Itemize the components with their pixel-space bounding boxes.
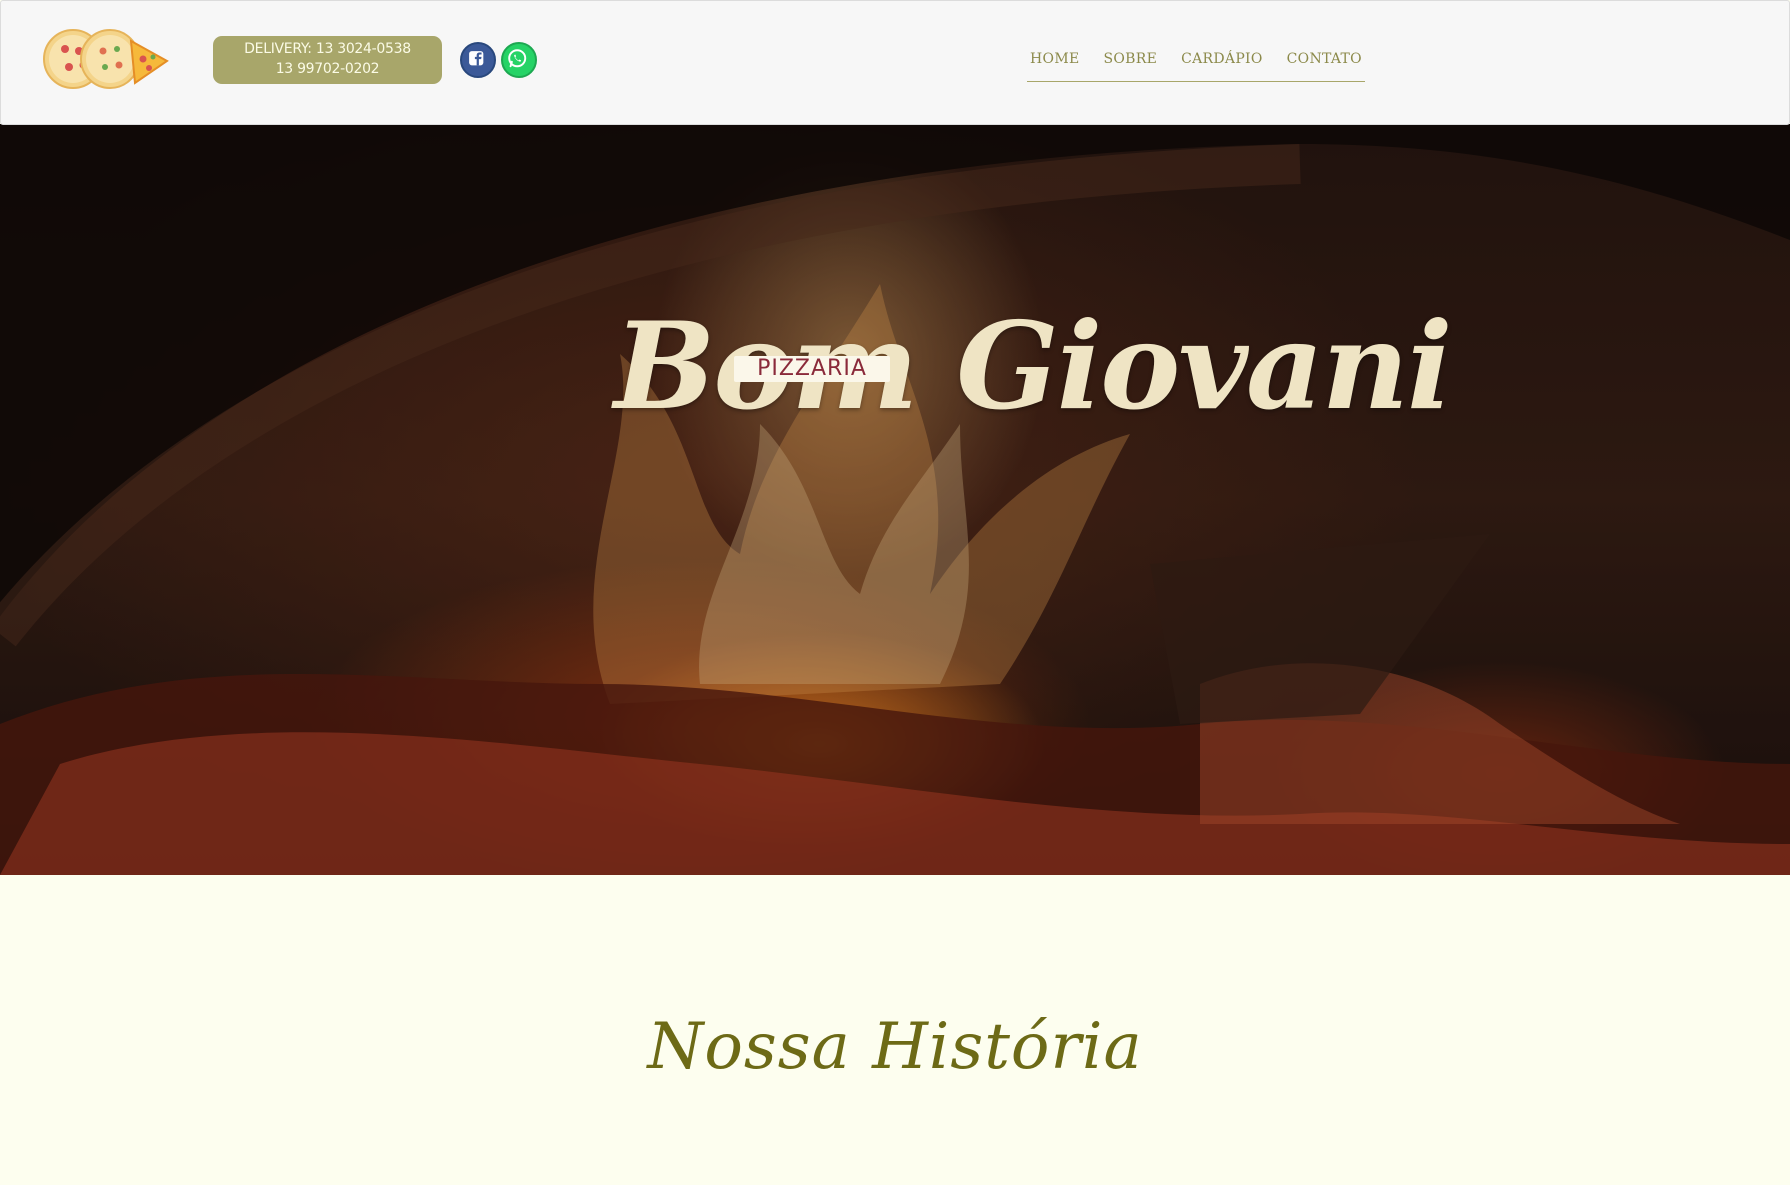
hero-banner: PIZZARIA Bom Giovani [0, 124, 1790, 875]
nav-home[interactable]: HOME [1030, 51, 1079, 81]
hero-title: Bom Giovani [614, 296, 1453, 437]
nav-sobre[interactable]: SOBRE [1104, 51, 1158, 81]
delivery-phone-line2: 13 99702-0202 [275, 61, 380, 77]
site-header: DELIVERY: 13 3024-0538 13 99702-0202 HOM… [0, 0, 1790, 125]
pizzaria-tag: PIZZARIA [734, 356, 890, 382]
delivery-phone-line1: DELIVERY: 13 3024-0538 [244, 41, 411, 57]
facebook-icon[interactable] [460, 42, 496, 78]
whatsapp-icon[interactable] [501, 42, 537, 78]
section-title-nossa-historia: Nossa História [647, 1010, 1143, 1084]
nav-cardapio[interactable]: CARDÁPIO [1181, 51, 1263, 81]
main-nav: HOME SOBRE CARDÁPIO CONTATO [1027, 51, 1365, 82]
nav-contato[interactable]: CONTATO [1287, 51, 1362, 81]
delivery-phone-badge[interactable]: DELIVERY: 13 3024-0538 13 99702-0202 [213, 36, 442, 84]
pizza-logo-icon[interactable] [43, 21, 173, 97]
fire-background-image [0, 124, 1790, 875]
